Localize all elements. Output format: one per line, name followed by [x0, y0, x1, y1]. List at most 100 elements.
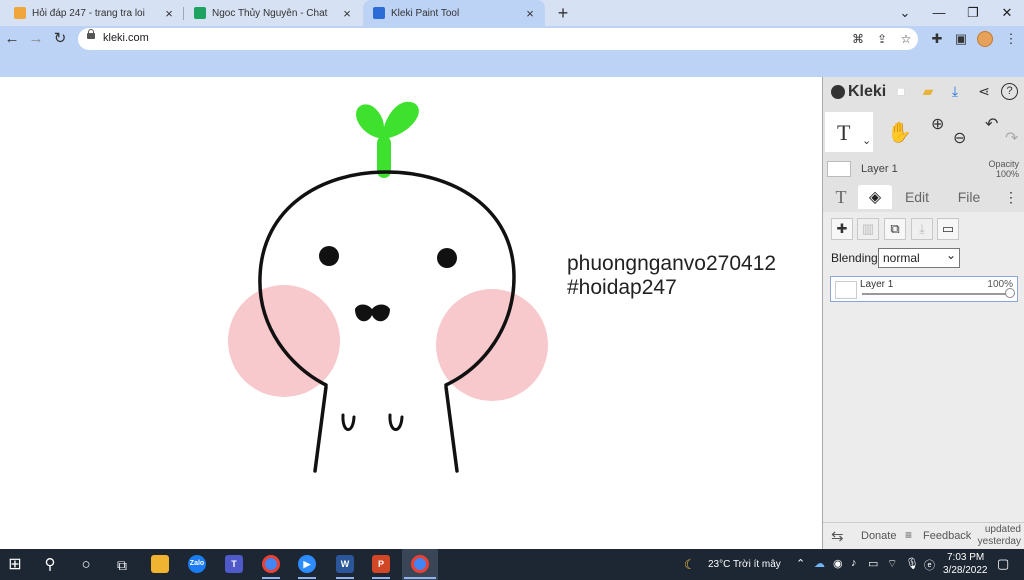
tab-label: Kleki Paint Tool: [391, 7, 460, 19]
powerpoint-icon[interactable]: P: [372, 555, 390, 573]
zoom-icon[interactable]: ▶: [298, 555, 316, 573]
close-tab-icon[interactable]: ×: [523, 6, 537, 21]
close-window-button[interactable]: ✕: [990, 0, 1024, 26]
profile-avatar[interactable]: [977, 31, 993, 47]
close-tab-icon[interactable]: ×: [340, 6, 354, 21]
clock-time[interactable]: 7:03 PM: [947, 552, 984, 563]
chrome-active-icon[interactable]: [411, 555, 429, 573]
search-icon[interactable]: ⚲: [39, 554, 61, 576]
duplicate-layer-button[interactable]: ⧉: [884, 218, 906, 240]
merge-layer-button[interactable]: ⤓: [911, 218, 933, 240]
teams-icon[interactable]: T: [225, 555, 243, 573]
new-image-icon[interactable]: ■: [891, 81, 911, 101]
feedback-link[interactable]: Feedback: [923, 530, 971, 542]
help-icon[interactable]: ?: [1001, 83, 1018, 100]
chevron-down-icon: ⌄: [862, 135, 872, 147]
cortana-icon[interactable]: ○: [75, 554, 97, 576]
reload-icon[interactable]: ↻: [50, 29, 70, 49]
menu-dots-icon[interactable]: ⋮: [1002, 29, 1020, 49]
blending-select[interactable]: normal: [878, 246, 960, 268]
running-indicator: [262, 577, 280, 579]
clock-date[interactable]: 3/28/2022: [943, 565, 988, 576]
panel-tabs: T ◈ Edit File ⋮: [823, 182, 1024, 212]
side-panel-icon[interactable]: ▣: [952, 29, 970, 49]
canvas-text-username: phuongnganvo270412: [567, 252, 777, 275]
feedback-icon: ≡: [905, 528, 913, 542]
extensions-puzzle-icon[interactable]: ✚: [928, 29, 946, 49]
donate-link[interactable]: Donate: [861, 530, 896, 542]
show-hidden-icons-chevron-icon[interactable]: ⌃: [796, 557, 805, 570]
restore-button[interactable]: ❐: [956, 0, 990, 26]
more-options-icon[interactable]: ⋮: [1003, 185, 1019, 209]
canvas-text-hashtag: #hoidap247: [567, 276, 677, 299]
hoidap-favicon-icon: [14, 7, 26, 19]
back-arrow-icon[interactable]: ←: [2, 29, 22, 49]
redo-icon[interactable]: ↷: [1005, 128, 1018, 148]
swap-arrows-icon[interactable]: ⇆: [831, 527, 844, 545]
notifications-icon[interactable]: ▢: [997, 556, 1009, 572]
tab-layers[interactable]: ◈: [858, 185, 892, 209]
bookmark-star-icon[interactable]: ☆: [898, 31, 914, 47]
close-tab-icon[interactable]: ×: [162, 6, 176, 21]
tab-search-chevron-icon[interactable]: ⌄: [888, 0, 922, 26]
current-layer-row[interactable]: Layer 1 Opacity 100%: [827, 159, 1021, 179]
microphone-icon[interactable]: 🎙︎: [905, 557, 919, 570]
left-arm-icon: [341, 413, 356, 431]
forward-arrow-icon[interactable]: →: [26, 29, 46, 49]
share-icon[interactable]: ⇪: [874, 31, 890, 47]
volume-icon[interactable]: ♪: [851, 557, 857, 569]
zoom-out-icon[interactable]: ⊖: [953, 128, 966, 148]
layer-list-item[interactable]: Layer 1 100%: [830, 276, 1018, 302]
undo-icon[interactable]: ↶: [985, 114, 998, 134]
rename-layer-button[interactable]: ▭: [937, 218, 959, 240]
translate-icon[interactable]: ⌘: [850, 31, 866, 47]
windows-taskbar: ⊞ ⚲ ○ ⧉ Zalo T ▶ W P ☾ 23°C Trời ít mây …: [0, 549, 1024, 580]
chrome-icon[interactable]: [262, 555, 280, 573]
text-tool-button[interactable]: T ⌄: [825, 112, 873, 152]
address-bar[interactable]: kleki.com ⌘ ⇪ ☆: [78, 28, 918, 50]
input-method-icon[interactable]: ⓔ: [924, 557, 935, 573]
weather-text[interactable]: 23°C Trời ít mây: [708, 559, 781, 570]
url-text: kleki.com: [103, 32, 149, 44]
tab-edit[interactable]: Edit: [899, 185, 935, 209]
tab-file[interactable]: File: [951, 185, 987, 209]
windows-start-icon[interactable]: ⊞: [4, 554, 26, 576]
layer-thumbnail: [835, 281, 857, 299]
layer-opacity-knob[interactable]: [1005, 288, 1015, 298]
download-icon[interactable]: ⤓: [945, 81, 965, 101]
tool-row: T ⌄ ✋ ⊕ ⊖ ↶ ↷: [823, 110, 1024, 154]
share-icon[interactable]: ⋖: [974, 81, 994, 101]
minimize-button[interactable]: —: [922, 0, 956, 26]
layer-opacity-slider[interactable]: [862, 293, 1012, 295]
kleki-side-panel: Kleki ■ ▰ ⤓ ⋖ ? T ⌄ ✋ ⊕ ⊖ ↶ ↷ Layer 1 Op…: [822, 77, 1024, 549]
open-folder-icon[interactable]: ▰: [918, 81, 938, 101]
file-explorer-icon[interactable]: [151, 555, 169, 573]
tab-kleki[interactable]: Kleki Paint Tool ×: [363, 0, 545, 26]
new-tab-button[interactable]: +: [553, 3, 573, 23]
camera-icon[interactable]: ◉: [833, 557, 843, 570]
running-indicator: [404, 577, 436, 579]
tab-text-tool[interactable]: T: [829, 185, 853, 209]
lock-icon: [87, 29, 95, 39]
add-layer-button[interactable]: ✚: [831, 218, 853, 240]
running-indicator: [336, 577, 354, 579]
word-icon[interactable]: W: [336, 555, 354, 573]
browser-tab-strip: Hỏi đáp 247 - trang tra loi × Ngoc Thủy …: [0, 0, 1024, 26]
tab-chat[interactable]: Ngoc Thủy Nguyễn - Chat ×: [184, 0, 362, 26]
zoom-in-icon[interactable]: ⊕: [931, 114, 944, 134]
battery-icon[interactable]: ▭: [868, 557, 878, 570]
wifi-icon[interactable]: ⌔: [887, 557, 897, 571]
sprout-leaves-icon: [356, 101, 419, 139]
task-view-icon[interactable]: ⧉: [111, 554, 133, 576]
current-layer-name: Layer 1: [861, 163, 898, 175]
hand-tool-icon[interactable]: ✋: [887, 120, 912, 145]
drawing-canvas[interactable]: phuongnganvo270412 #hoidap247: [0, 77, 822, 549]
zalo-icon[interactable]: Zalo: [188, 555, 206, 573]
bookmarks-bar: [0, 52, 1024, 77]
layer-item-name: Layer 1: [860, 279, 894, 290]
tab-hoidap[interactable]: Hỏi đáp 247 - trang tra loi ×: [4, 0, 184, 26]
onedrive-icon[interactable]: ☁: [814, 557, 825, 570]
delete-layer-button[interactable]: ▥: [857, 218, 879, 240]
kleki-favicon-icon: [373, 7, 385, 19]
kleki-logo[interactable]: Kleki: [831, 81, 886, 103]
